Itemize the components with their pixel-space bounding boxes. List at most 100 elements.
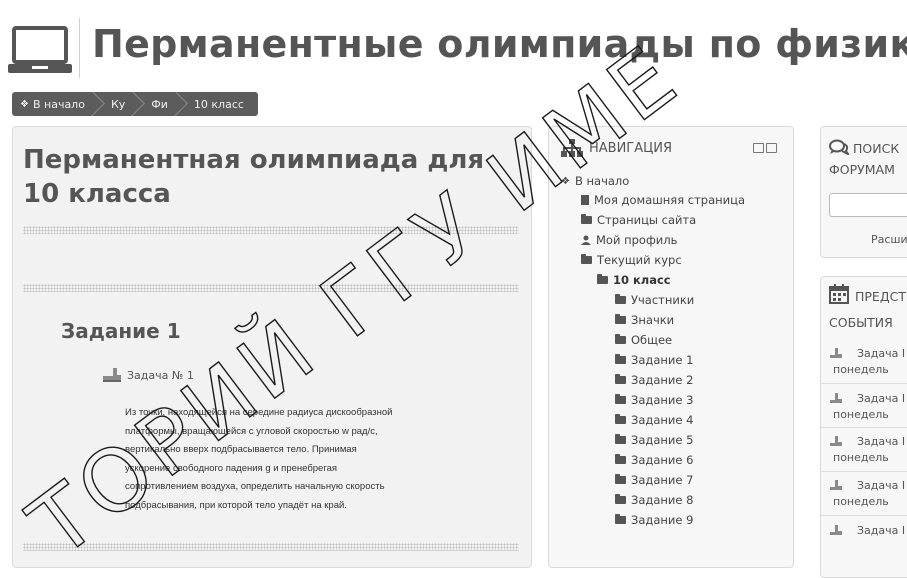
folder-icon (615, 514, 626, 524)
assignment-icon (103, 368, 121, 382)
breadcrumb: ❖ В начало Ку Фи 10 класс (12, 92, 258, 116)
navigation-title: НАВИГАЦИЯ (589, 140, 672, 156)
event-title: Задача I (857, 392, 906, 405)
section-divider (23, 284, 519, 292)
nav-item-current-course[interactable]: Текущий курс (581, 253, 682, 267)
folder-open-icon (581, 254, 592, 264)
nav-item-label: Страницы сайта (597, 213, 697, 227)
home-icon: ❖ (561, 175, 570, 187)
event-date: понедель (833, 363, 889, 376)
site-title[interactable]: Перманентные олимпиады по физике (92, 22, 907, 66)
breadcrumb-home[interactable]: ❖ В начало (12, 92, 105, 116)
assignment-icon (830, 525, 842, 535)
nav-item-participants[interactable]: Участники (615, 293, 694, 307)
breadcrumb-item[interactable]: Фи (135, 92, 188, 116)
folder-icon (615, 374, 626, 384)
assignment-icon (830, 480, 842, 490)
course-title: Перманентная олимпиада для 10 класса (23, 145, 485, 209)
nav-item-course[interactable]: 10 класс (597, 273, 671, 287)
event-divider (821, 383, 907, 384)
nav-item-label: Задание 1 (631, 353, 694, 367)
nav-item-task-1[interactable]: Задание 1 (615, 353, 693, 367)
folder-icon (615, 354, 626, 364)
nav-item-label: Общее (631, 333, 673, 347)
folder-icon (615, 494, 626, 504)
section-title: Задание 1 (61, 319, 181, 343)
assignment-icon (830, 436, 842, 446)
calendar-icon (829, 284, 849, 304)
nav-item-dashboard[interactable]: Моя домашняя страница (581, 193, 745, 207)
event-title: Задача I (857, 347, 906, 360)
search-forums-block: ПОИСК ФОРУМАМ Расши (820, 126, 907, 258)
nav-item-label: 10 класс (613, 273, 671, 287)
breadcrumb-item[interactable]: Ку (95, 92, 146, 116)
navigation-block: НАВИГАЦИЯ ❖ В начало Моя домашняя страни… (548, 126, 794, 568)
nav-item-label: Задание 5 (631, 433, 694, 447)
folder-icon (581, 214, 592, 224)
nav-item-label: Задание 9 (631, 513, 694, 527)
collapse-icon[interactable] (766, 143, 777, 153)
header-divider (79, 18, 80, 78)
event-title: Задача I (857, 479, 906, 492)
laptop-icon[interactable] (8, 26, 72, 76)
navigation-header: НАВИГАЦИЯ (561, 139, 672, 157)
nav-item-site-pages[interactable]: Страницы сайта (581, 213, 696, 227)
nav-item-task-4[interactable]: Задание 4 (615, 413, 693, 427)
nav-item-home[interactable]: ❖ В начало (561, 174, 629, 188)
nav-item-task-8[interactable]: Задание 8 (615, 493, 693, 507)
task-line: ускорение свободного падения g и пренебр… (125, 462, 338, 474)
user-icon (581, 235, 591, 245)
course-content: Перманентная олимпиада для 10 класса Зад… (12, 126, 532, 568)
dock-icon[interactable] (753, 143, 764, 153)
document-icon (581, 195, 589, 205)
breadcrumb-label: В начало (32, 97, 85, 111)
search-forums-title-line2: ФОРУМАМ (829, 162, 895, 177)
task-line: вертикально вверх подбрасывается тело. П… (125, 444, 357, 455)
folder-icon (615, 474, 626, 484)
event-divider (821, 515, 907, 516)
nav-item-label: Задание 4 (631, 413, 694, 427)
task-line: платформы, вращающейся с угловой скорост… (125, 425, 378, 437)
upcoming-events-block: ПРЕДСТ СОБЫТИЯ Задача I понедель Задача … (820, 276, 907, 578)
nav-item-label: Текущий курс (597, 253, 682, 267)
section-divider (23, 226, 519, 234)
nav-item-badges[interactable]: Значки (615, 313, 674, 327)
breadcrumb-item-current[interactable]: 10 класс (178, 92, 258, 116)
nav-item-task-6[interactable]: Задание 6 (615, 453, 693, 467)
folder-icon (615, 334, 626, 344)
event-title: Задача I (857, 435, 906, 448)
comments-icon (829, 139, 849, 155)
activity-link[interactable]: Задача № 1 (101, 367, 194, 383)
events-title-line2: СОБЫТИЯ (829, 315, 893, 330)
search-forums-title: ПОИСК (853, 141, 900, 156)
advanced-search-link[interactable]: Расши (871, 233, 907, 246)
nav-item-general[interactable]: Общее (615, 333, 672, 347)
activity-label: Задача № 1 (127, 368, 194, 382)
nav-item-task-9[interactable]: Задание 9 (615, 513, 693, 527)
nav-item-task-7[interactable]: Задание 7 (615, 473, 693, 487)
event-divider (821, 427, 907, 428)
task-line: Из точки, находящейся на середине радиус… (125, 407, 393, 418)
nav-item-task-2[interactable]: Задание 2 (615, 373, 693, 387)
assignment-icon (830, 348, 842, 358)
nav-item-task-3[interactable]: Задание 3 (615, 393, 693, 407)
nav-item-label: Задание 2 (631, 373, 694, 387)
nav-item-label: Участники (631, 293, 695, 307)
task-description: Из точки, находящейся на середине радиус… (125, 404, 455, 515)
site-header: Перманентные олимпиады по физике (0, 0, 907, 88)
search-forums-input[interactable] (829, 193, 907, 217)
nav-item-task-5[interactable]: Задание 5 (615, 433, 693, 447)
nav-item-label: Значки (631, 313, 675, 327)
sitemap-icon (561, 139, 583, 157)
nav-item-profile[interactable]: Мой профиль (581, 233, 677, 247)
nav-item-label: Мой профиль (596, 233, 678, 247)
folder-icon (615, 394, 626, 404)
assignment-icon (830, 393, 842, 403)
nav-item-label: Задание 3 (631, 393, 694, 407)
events-title: ПРЕДСТ (855, 289, 906, 304)
folder-icon (615, 454, 626, 464)
folder-icon (615, 414, 626, 424)
folder-icon (615, 294, 626, 304)
task-line: сопротивлением воздуха, определить начал… (125, 481, 385, 492)
event-title: Задача I (857, 524, 906, 537)
